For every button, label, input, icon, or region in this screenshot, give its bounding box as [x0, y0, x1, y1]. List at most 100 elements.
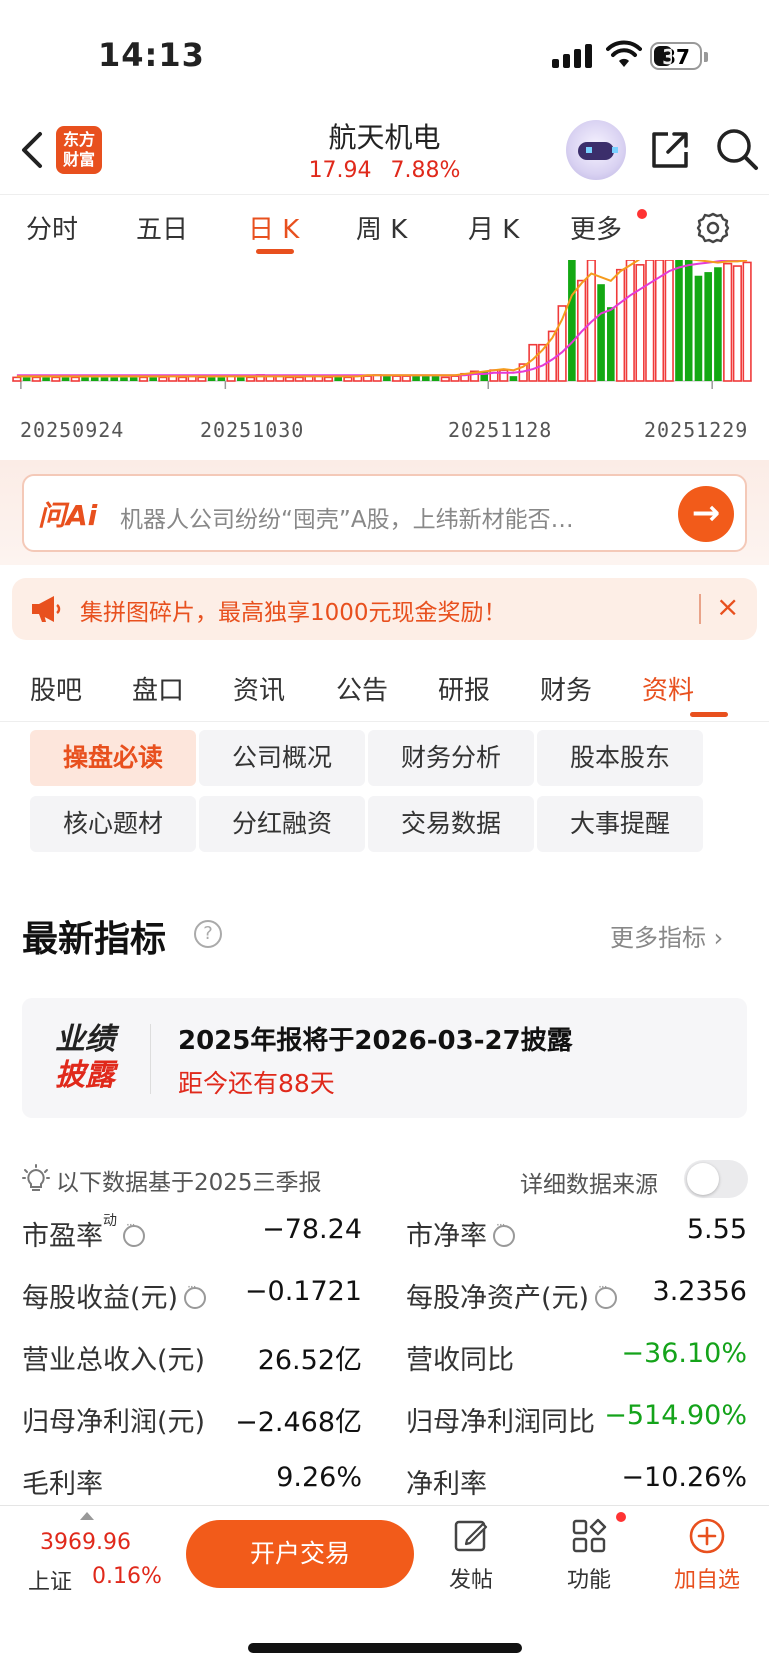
add-to-watchlist-button[interactable]: 加自选: [662, 1516, 752, 1594]
period-tab-daily-k[interactable]: 日 K: [248, 209, 299, 246]
metric-item[interactable]: 市净率 5.55: [406, 1214, 747, 1258]
metric-label-text: 市净率: [406, 1221, 487, 1252]
tab-profile[interactable]: 资料: [642, 670, 694, 707]
subtab-dividends[interactable]: 分红融资: [199, 796, 365, 852]
period-tab-more[interactable]: 更多: [570, 209, 622, 246]
battery-icon: 37: [650, 42, 708, 70]
volume-bar: [110, 377, 119, 381]
metric-value: −36.10%: [621, 1338, 747, 1369]
subtab-event-reminders[interactable]: 大事提醒: [537, 796, 703, 852]
notification-dot: [616, 1512, 626, 1522]
more-indicators-link[interactable]: 更多指标 ›: [610, 918, 723, 953]
volume-bar: [284, 376, 295, 382]
volume-bar: [675, 260, 683, 381]
metric-label: 每股收益(元): [22, 1276, 207, 1315]
bottom-bar: 3969.96 上证 0.16% 开户交易 发帖 功能 加自选: [0, 1505, 769, 1665]
subtab-core-themes[interactable]: 核心题材: [30, 796, 196, 852]
edit-icon: [454, 1520, 488, 1552]
tab-finance[interactable]: 财务: [540, 670, 592, 707]
volume-chart[interactable]: 20250924 20251030 20251128 20251229: [0, 260, 769, 460]
volume-bar: [607, 307, 615, 381]
metric-label-text: 归母净利润(元): [22, 1407, 206, 1438]
megaphone-icon: [32, 596, 61, 622]
metric-label-text: 营收同比: [406, 1345, 514, 1376]
volume-bar: [70, 376, 80, 382]
volume-bar: [294, 376, 304, 382]
promo-divider: [699, 594, 701, 624]
period-tabs: 分时 五日 日 K 周 K 月 K 更多: [0, 194, 769, 260]
volume-bar: [138, 376, 149, 382]
gear-icon[interactable]: [696, 211, 730, 245]
volume-bar: [51, 376, 61, 382]
tab-guba[interactable]: 股吧: [30, 670, 82, 707]
battery-level: 37: [662, 45, 690, 69]
metric-item[interactable]: 市盈率动 −78.24: [22, 1213, 362, 1258]
metric-label-text: 毛利率: [22, 1469, 103, 1500]
metric-value: −10.26%: [621, 1462, 747, 1493]
volume-bar: [645, 260, 655, 382]
post-button[interactable]: 发帖: [426, 1516, 516, 1594]
volume-bar: [684, 260, 693, 381]
ai-assistant-avatar-icon[interactable]: [566, 120, 626, 180]
subtab-company-overview[interactable]: 公司概况: [199, 730, 365, 786]
tab-order-book[interactable]: 盘口: [132, 670, 184, 707]
volume-bar: [568, 260, 576, 381]
volume-bar: [528, 343, 538, 382]
volume-bar: [61, 377, 70, 381]
lightbulb-icon: [22, 1164, 50, 1191]
metric-item: 归母净利润(元) −2.468亿: [22, 1400, 362, 1444]
volume-bar: [509, 376, 518, 381]
metric-label: 毛利率: [22, 1462, 103, 1501]
info-more-icon[interactable]: [184, 1280, 207, 1309]
promo-banner[interactable]: 集拼图碎片，最高独享1000元现金奖励！ ×: [12, 578, 757, 640]
info-more-icon[interactable]: [595, 1280, 618, 1309]
ai-logo: 问Ai: [38, 499, 98, 532]
search-icon[interactable]: [714, 126, 760, 172]
stock-price: 17.94: [308, 158, 372, 183]
share-icon[interactable]: [648, 128, 692, 172]
chart-x-tick: 20251229: [644, 418, 749, 442]
data-source-toggle[interactable]: [684, 1160, 748, 1198]
index-change[interactable]: 0.16%: [92, 1564, 162, 1589]
period-tab-weekly-k[interactable]: 周 K: [356, 209, 407, 246]
status-time: 14:13: [98, 36, 205, 74]
tab-research[interactable]: 研报: [438, 670, 490, 707]
tab-news[interactable]: 资讯: [233, 670, 285, 707]
volume-bar: [197, 376, 207, 382]
info-more-icon[interactable]: [493, 1218, 515, 1247]
volume-bar: [694, 275, 703, 381]
subtab-shareholders[interactable]: 股本股东: [537, 730, 703, 786]
ai-submit-arrow-icon[interactable]: →: [678, 486, 734, 542]
metric-item: 归母净利润同比 −514.90%: [406, 1400, 747, 1444]
close-icon[interactable]: ×: [716, 590, 739, 623]
subtab-trade-data[interactable]: 交易数据: [368, 796, 534, 852]
tab-announcements[interactable]: 公告: [336, 670, 388, 707]
ai-search-box[interactable]: 问Ai 机器人公司纷纷“囤壳”A股，上纬新材能否… →: [22, 474, 747, 552]
chart-x-tick: 20251030: [200, 418, 305, 442]
metric-value: −0.1721: [244, 1276, 362, 1307]
caret-up-icon[interactable]: [80, 1512, 94, 1520]
functions-button[interactable]: 功能: [544, 1516, 634, 1594]
metric-item[interactable]: 每股收益(元) −0.1721: [22, 1276, 362, 1320]
metric-item[interactable]: 每股净资产(元) 3.2356: [406, 1276, 747, 1320]
subtab-financial-analysis[interactable]: 财务分析: [368, 730, 534, 786]
volume-bar: [31, 376, 41, 382]
metric-value: −78.24: [262, 1214, 362, 1245]
period-tab-five-day[interactable]: 五日: [136, 209, 188, 246]
index-name[interactable]: 上证: [28, 1564, 72, 1596]
metric-label: 市净率: [406, 1214, 515, 1253]
notification-dot: [637, 209, 647, 219]
metric-label-text: 每股收益(元): [22, 1283, 179, 1314]
period-tab-monthly-k[interactable]: 月 K: [468, 209, 519, 246]
subtab-trading-essentials[interactable]: 操盘必读: [30, 730, 196, 786]
help-icon[interactable]: ?: [194, 920, 222, 948]
open-account-trade-button[interactable]: 开户交易: [186, 1520, 414, 1588]
period-tab-intraday[interactable]: 分时: [26, 209, 78, 246]
volume-bar: [120, 377, 128, 381]
ai-search-placeholder: 机器人公司纷纷“囤壳”A股，上纬新材能否…: [120, 507, 574, 533]
volume-chart-svg: [12, 260, 752, 389]
index-value[interactable]: 3969.96: [40, 1530, 131, 1555]
volume-bar: [42, 377, 50, 381]
info-more-icon[interactable]: [123, 1218, 145, 1247]
earnings-disclosure-card[interactable]: 业绩 披露 2025年报将于2026-03-27披露 距今还有88天: [22, 998, 747, 1118]
